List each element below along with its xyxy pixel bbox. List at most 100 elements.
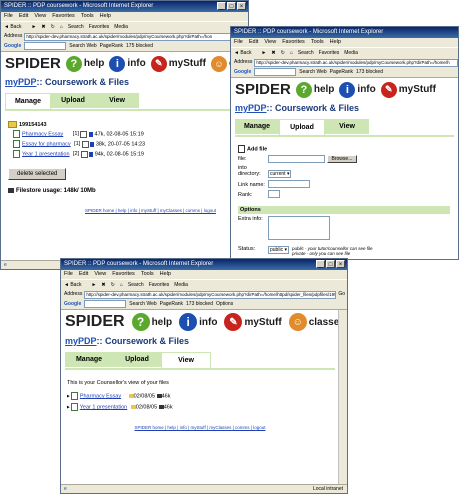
file-checkbox[interactable]: [80, 130, 88, 138]
menu-file[interactable]: File: [234, 39, 243, 45]
extra-info-textarea[interactable]: [268, 216, 330, 241]
menu-view[interactable]: View: [94, 271, 106, 277]
popup-blocked-count[interactable]: 173 blocked: [356, 67, 383, 77]
folder-row[interactable]: 199154143: [8, 121, 240, 128]
rank-input[interactable]: [268, 190, 280, 199]
minimize-button[interactable]: _: [316, 260, 325, 268]
home-icon[interactable]: ⌂: [290, 50, 293, 56]
search-button[interactable]: Search: [68, 24, 84, 30]
expand-icon[interactable]: ▸: [67, 393, 70, 399]
maximize-button[interactable]: □: [227, 2, 236, 10]
nav-help[interactable]: ? help: [131, 313, 172, 331]
popup-blocked-count[interactable]: 175 blocked: [126, 41, 153, 51]
file-checkbox[interactable]: [81, 140, 89, 148]
close-button[interactable]: ×: [237, 2, 246, 10]
nav-mystuff[interactable]: ✎ myStuff: [380, 81, 436, 98]
menu-help[interactable]: Help: [330, 39, 341, 45]
menu-file[interactable]: File: [64, 271, 73, 277]
link-name-input[interactable]: [268, 180, 310, 189]
media-button[interactable]: Media: [174, 282, 188, 288]
address-input[interactable]: http://spider-dev.pharmacy.strath.ac.uk/…: [84, 290, 337, 299]
menu-favorites[interactable]: Favorites: [112, 271, 135, 277]
nav-mystuff[interactable]: ✎ myStuff: [224, 313, 282, 331]
expand-icon[interactable]: ▸: [67, 404, 70, 410]
nav-info[interactable]: i info: [179, 313, 217, 331]
menu-help[interactable]: Help: [100, 13, 111, 19]
spider-logo[interactable]: SPIDER: [65, 313, 125, 331]
file-link[interactable]: Essay for pharmacy: [22, 141, 71, 147]
footer-links[interactable]: SPIDER home | help | info | myStuff | my…: [61, 425, 339, 430]
nav-help[interactable]: ? help: [65, 55, 104, 72]
spider-logo[interactable]: SPIDER: [235, 81, 291, 98]
nav-mystuff[interactable]: ✎ myStuff: [150, 55, 206, 72]
menu-favorites[interactable]: Favorites: [282, 39, 305, 45]
refresh-icon[interactable]: ↻: [51, 24, 55, 30]
popup-blocked-count[interactable]: 173 blocked: [186, 299, 213, 309]
file-link[interactable]: Pharmacy Essay: [80, 393, 121, 399]
back-button[interactable]: ◄ Back: [4, 24, 26, 30]
menu-tools[interactable]: Tools: [141, 271, 154, 277]
favorites-button[interactable]: Favorites: [149, 282, 170, 288]
tab-view[interactable]: View: [95, 93, 139, 108]
browse-button[interactable]: Browse...: [326, 155, 358, 164]
menu-edit[interactable]: Edit: [249, 39, 258, 45]
nav-help[interactable]: ? help: [295, 81, 334, 98]
address-input[interactable]: http://spider-dev.pharmacy.strath.ac.uk/…: [24, 32, 248, 41]
delete-selected-button[interactable]: delete selected: [8, 168, 67, 180]
mypdp-link[interactable]: myPDP: [235, 103, 267, 113]
minimize-button[interactable]: _: [217, 2, 226, 10]
back-button[interactable]: ◄ Back: [64, 282, 86, 288]
file-link[interactable]: Year 1 presentation: [80, 404, 128, 410]
favorites-button[interactable]: Favorites: [89, 24, 110, 30]
into-dir-select[interactable]: current ▾: [268, 170, 292, 179]
menu-view[interactable]: View: [264, 39, 276, 45]
back-button[interactable]: ◄ Back: [234, 50, 256, 56]
google-search-button[interactable]: Search Web: [299, 67, 326, 77]
search-button[interactable]: Search: [298, 50, 314, 56]
google-search-input[interactable]: [254, 68, 297, 76]
menu-view[interactable]: View: [34, 13, 46, 19]
menu-favorites[interactable]: Favorites: [52, 13, 75, 19]
menu-edit[interactable]: Edit: [79, 271, 88, 277]
vertical-scrollbar[interactable]: [338, 310, 347, 484]
status-select[interactable]: public ▾: [268, 246, 289, 255]
tab-upload[interactable]: Upload: [113, 352, 161, 367]
spider-logo[interactable]: SPIDER: [5, 55, 61, 72]
tab-manage[interactable]: Manage: [235, 119, 279, 134]
media-button[interactable]: Media: [344, 50, 358, 56]
close-button[interactable]: ×: [336, 260, 345, 268]
mypdp-link[interactable]: myPDP: [5, 77, 37, 87]
google-search-button[interactable]: Search Web: [69, 41, 96, 51]
google-options-button[interactable]: Options: [216, 299, 233, 309]
tab-manage[interactable]: Manage: [65, 352, 113, 367]
media-button[interactable]: Media: [114, 24, 128, 30]
file-link[interactable]: Year 1 presentation: [22, 151, 70, 157]
nav-info[interactable]: i info: [109, 55, 146, 72]
tab-view[interactable]: View: [325, 119, 369, 134]
file-checkbox[interactable]: [80, 150, 88, 158]
go-button[interactable]: Go: [338, 290, 347, 299]
menu-tools[interactable]: Tools: [311, 39, 324, 45]
forward-icon[interactable]: ►: [91, 282, 96, 288]
nav-info[interactable]: i info: [339, 81, 376, 98]
footer-links[interactable]: SPIDER home | help | info | myStuff | my…: [1, 208, 240, 213]
refresh-icon[interactable]: ↻: [281, 50, 285, 56]
menu-help[interactable]: Help: [160, 271, 171, 277]
stop-icon[interactable]: ✖: [101, 282, 105, 288]
favorites-button[interactable]: Favorites: [319, 50, 340, 56]
google-search-input[interactable]: [24, 42, 67, 50]
tab-manage[interactable]: Manage: [5, 93, 51, 109]
forward-icon[interactable]: ►: [31, 24, 36, 30]
tab-view[interactable]: View: [161, 352, 211, 368]
google-search-button[interactable]: Search Web: [129, 299, 156, 309]
stop-icon[interactable]: ✖: [41, 24, 45, 30]
menu-file[interactable]: File: [4, 13, 13, 19]
home-icon[interactable]: ⌂: [60, 24, 63, 30]
home-icon[interactable]: ⌂: [120, 282, 123, 288]
stop-icon[interactable]: ✖: [271, 50, 275, 56]
menu-tools[interactable]: Tools: [81, 13, 94, 19]
tab-upload[interactable]: Upload: [279, 119, 325, 135]
tab-upload[interactable]: Upload: [51, 93, 95, 108]
nav-classes[interactable]: ☺classes: [288, 313, 345, 331]
forward-icon[interactable]: ►: [261, 50, 266, 56]
